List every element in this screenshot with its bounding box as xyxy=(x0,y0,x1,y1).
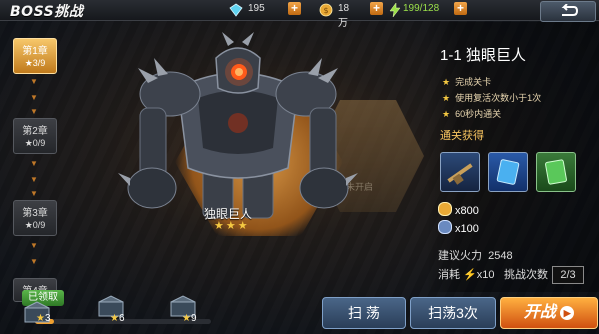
play-icon: ▶ xyxy=(560,306,575,320)
chapter-list: 第1章 ★3/9 ▼ ▼ ▼ 第2章 ★0/9 ▼ ▼ ▼ 第3章 ★0/9 ▼… xyxy=(0,20,60,310)
chapter-2-stars: ★0/9 xyxy=(24,138,46,148)
rewards-label: 通关获得 xyxy=(440,130,484,142)
game-screen: BOSS挑战 195 + $ 18万 + 199/128 + 第1章 ★3/9 … xyxy=(0,0,599,334)
star-icon: ★ xyxy=(442,109,451,119)
gold-coin-icon: $ xyxy=(319,3,333,17)
add-gold-button[interactable]: + xyxy=(370,2,383,15)
chapter-3-tab[interactable]: 第3章 ★0/9 xyxy=(13,200,57,236)
chevron-down-icon: ▼ xyxy=(30,77,38,86)
chapter-1-tab[interactable]: 第1章 ★3/9 xyxy=(13,38,57,74)
stamina-count: 199/128 xyxy=(403,3,440,14)
chevron-down-icon: ▼ xyxy=(30,189,38,198)
chevron-down-icon: ▼ xyxy=(30,241,38,250)
chevron-down-icon: ▼ xyxy=(30,159,38,168)
exp-card-icon xyxy=(545,159,567,185)
add-stamina-button[interactable]: + xyxy=(454,2,467,15)
gold-count: 18万 xyxy=(338,3,350,29)
star-icon: ★ xyxy=(442,93,451,103)
screen-title: BOSS挑战 xyxy=(10,4,84,20)
chapter-1-stars: ★3/9 xyxy=(24,58,46,68)
condition-item: ★ 使用复活次数小于1次 xyxy=(442,93,542,103)
boss-stars: ★★★ xyxy=(214,220,250,232)
lightning-icon xyxy=(389,3,401,17)
chapter-3-stars: ★0/9 xyxy=(24,220,46,230)
condition-item: ★ 完成关卡 xyxy=(442,77,492,87)
top-bar: BOSS挑战 195 + $ 18万 + 199/128 + xyxy=(0,0,599,29)
chevron-down-icon: ▼ xyxy=(30,257,38,266)
gold-coin-icon xyxy=(438,202,452,216)
chevron-down-icon: ▼ xyxy=(30,175,38,184)
reward-card[interactable] xyxy=(488,152,528,192)
lightning-icon: ⚡ xyxy=(463,269,477,281)
reward-rifle[interactable] xyxy=(440,152,480,192)
rifle-icon xyxy=(447,163,473,185)
chevron-down-icon: ▼ xyxy=(30,93,38,102)
recommended-firepower: 建议火力 2548 xyxy=(438,250,513,262)
diamond-icon xyxy=(229,3,243,17)
reward-exp-card[interactable] xyxy=(536,152,576,192)
stamina-cost: 消耗 ⚡x10 xyxy=(438,269,495,281)
stage-title: 1-1 独眼巨人 xyxy=(440,47,526,64)
card-icon xyxy=(496,159,520,185)
back-button[interactable] xyxy=(540,1,596,22)
chest-star-count: ★9 xyxy=(182,313,197,324)
exp-reward: x100 xyxy=(438,220,479,235)
diamond-count: 195 xyxy=(248,3,265,14)
sweep-3x-button[interactable]: 扫荡3次 xyxy=(410,297,496,329)
start-battle-button[interactable]: 开战 ▶ xyxy=(500,297,598,329)
chevron-down-icon: ▼ xyxy=(30,107,38,116)
exp-icon xyxy=(438,220,452,234)
gold-reward: x800 xyxy=(438,202,479,217)
challenge-count: 挑战次数 2/3 xyxy=(504,266,584,284)
condition-item: ★ 60秒内通关 xyxy=(442,109,502,119)
svg-text:$: $ xyxy=(323,6,328,15)
star-icon: ★ xyxy=(442,77,451,87)
back-arrow-icon xyxy=(561,3,579,16)
sweep-button[interactable]: 扫 荡 xyxy=(322,297,406,329)
tries-value: 2/3 xyxy=(552,266,584,284)
chest-star-count: ★3 xyxy=(36,313,51,324)
add-diamond-button[interactable]: + xyxy=(288,2,301,15)
chest-star-count: ★6 xyxy=(110,313,125,324)
chapter-2-tab[interactable]: 第2章 ★0/9 xyxy=(13,118,57,154)
